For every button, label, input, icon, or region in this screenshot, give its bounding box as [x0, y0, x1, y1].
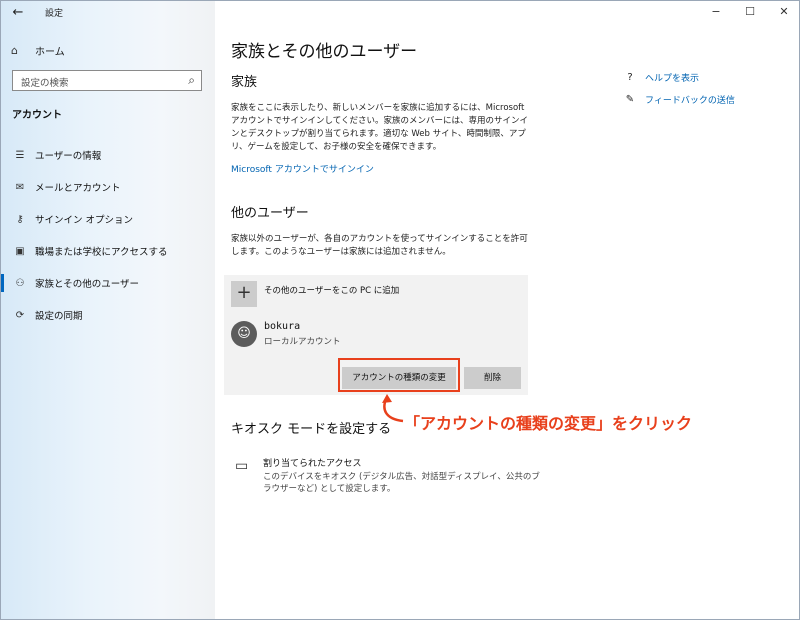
- sidebar-item-label: メールとアカウント: [35, 183, 121, 194]
- sidebar-section-title: アカウント: [12, 110, 62, 121]
- plus-icon: +: [231, 281, 257, 307]
- assigned-access-item[interactable]: ▭ 割り当てられたアクセス このデバイスをキオスク (デジタル広告、対話型ディス…: [235, 456, 543, 495]
- sidebar-item-label: ユーザーの情報: [35, 151, 102, 162]
- microsoft-signin-link[interactable]: Microsoft アカウントでサインイン: [231, 162, 374, 175]
- minimize-icon[interactable]: −: [699, 1, 733, 25]
- annotation-highlight-box: [338, 358, 460, 392]
- back-arrow-icon[interactable]: ←: [9, 4, 27, 22]
- sidebar-item-email[interactable]: ✉ メールとアカウント: [1, 171, 215, 203]
- search-input[interactable]: 設定の検索 ⌕: [12, 70, 202, 91]
- sidebar-nav: ☰ ユーザーの情報 ✉ メールとアカウント ⚷ サインイン オプション ▣ 職場…: [1, 139, 215, 331]
- sidebar-item-family[interactable]: ⚇ 家族とその他のユーザー: [1, 267, 215, 299]
- sidebar-item-signin-options[interactable]: ⚷ サインイン オプション: [1, 203, 215, 235]
- sidebar-item-label: サインイン オプション: [35, 215, 134, 226]
- main-content: − ☐ ✕ 家族とその他のユーザー 家族 家族をここに表示したり、新しいメンバー…: [215, 1, 799, 619]
- close-icon[interactable]: ✕: [767, 1, 799, 25]
- kiosk-monitor-icon: ▭: [235, 458, 249, 474]
- kiosk-description: このデバイスをキオスク (デジタル広告、対話型ディスプレイ、公共のブラウザーなど…: [263, 472, 540, 494]
- sidebar-item-user-info[interactable]: ☰ ユーザーの情報: [1, 139, 215, 171]
- feedback-label: フィードバックの送信: [645, 95, 735, 106]
- sidebar: ← 設定 ⌂ ホーム 設定の検索 ⌕ アカウント ☰ ユーザーの情報 ✉ メール…: [1, 1, 215, 619]
- page-title: 家族とその他のユーザー: [231, 42, 418, 62]
- search-placeholder: 設定の検索: [21, 78, 69, 89]
- maximize-icon[interactable]: ☐: [733, 1, 767, 25]
- home-label: ホーム: [35, 46, 65, 58]
- help-icon: ?: [627, 71, 633, 83]
- sidebar-item-sync[interactable]: ⟳ 設定の同期: [1, 299, 215, 331]
- sidebar-item-label: 家族とその他のユーザー: [35, 279, 140, 290]
- briefcase-icon: ▣: [15, 245, 25, 257]
- key-icon: ⚷: [16, 213, 24, 225]
- delete-button[interactable]: 削除: [464, 367, 521, 389]
- kiosk-heading: キオスク モードを設定する: [231, 422, 392, 437]
- help-links: ? ヘルプを表示 ✎ フィードバックの送信: [623, 67, 735, 111]
- annotation-text: 「アカウントの種類の変更」をクリック: [404, 414, 693, 433]
- add-user-button[interactable]: + その他のユーザーをこの PC に追加: [231, 281, 399, 307]
- home-nav-item[interactable]: ⌂ ホーム: [11, 40, 65, 60]
- mail-icon: ✉: [15, 181, 25, 193]
- other-users-description: 家族以外のユーザーが、各自のアカウントを使ってサインインすることを許可します。こ…: [231, 234, 528, 257]
- titlebar: ← 設定: [1, 1, 215, 25]
- sidebar-item-work-school[interactable]: ▣ 職場または学校にアクセスする: [1, 235, 215, 267]
- window-title: 設定: [45, 9, 64, 19]
- feedback-link[interactable]: ✎ フィードバックの送信: [623, 89, 735, 109]
- user-account-type: ローカルアカウント: [264, 337, 341, 347]
- sidebar-item-label: 職場または学校にアクセスする: [35, 247, 168, 258]
- sync-icon: ⟳: [15, 309, 25, 321]
- kiosk-text: 割り当てられたアクセス このデバイスをキオスク (デジタル広告、対話型ディスプレ…: [263, 456, 543, 495]
- person-icon: ⚇: [15, 277, 25, 289]
- person-card-icon: ☰: [15, 149, 25, 161]
- help-label: ヘルプを表示: [645, 73, 700, 84]
- feedback-icon: ✎: [625, 93, 635, 105]
- home-icon: ⌂: [11, 43, 18, 57]
- settings-window: ← 設定 ⌂ ホーム 設定の検索 ⌕ アカウント ☰ ユーザーの情報 ✉ メール…: [0, 0, 800, 620]
- window-controls: − ☐ ✕: [699, 1, 799, 25]
- other-users-heading: 他のユーザー: [231, 206, 309, 221]
- search-icon[interactable]: ⌕: [188, 73, 195, 88]
- add-user-label: その他のユーザーをこの PC に追加: [264, 286, 400, 296]
- user-account-item[interactable]: ☺ bokura ローカルアカウント: [231, 321, 341, 347]
- user-text: bokura ローカルアカウント: [264, 321, 341, 347]
- family-heading: 家族: [231, 75, 258, 90]
- user-name: bokura: [264, 321, 301, 332]
- sidebar-item-label: 設定の同期: [35, 311, 83, 322]
- help-link[interactable]: ? ヘルプを表示: [623, 67, 735, 87]
- kiosk-title: 割り当てられたアクセス: [263, 459, 362, 469]
- family-description: 家族をここに表示したり、新しいメンバーを家族に追加するには、Microsoft …: [231, 103, 528, 152]
- avatar-icon: ☺: [231, 321, 257, 347]
